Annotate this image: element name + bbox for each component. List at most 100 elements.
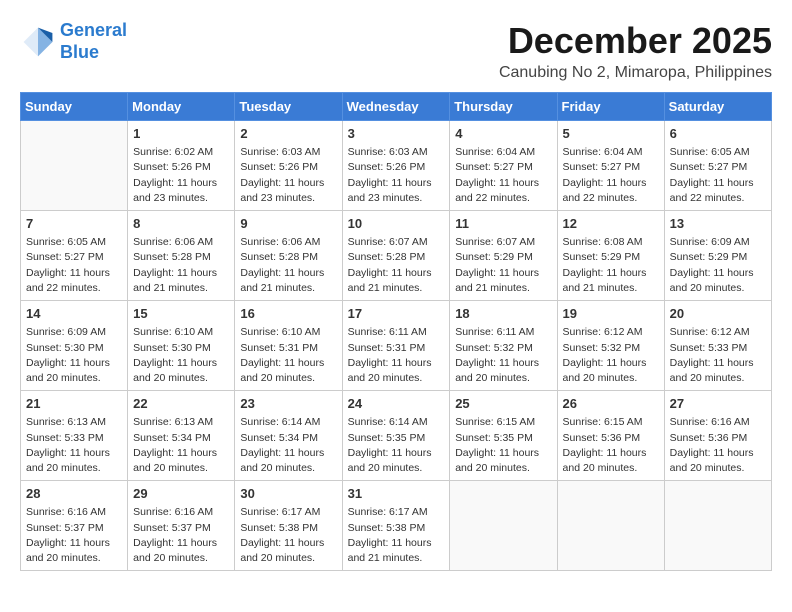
day-info: Sunrise: 6:02 AM Sunset: 5:26 PM Dayligh… [133,145,229,206]
day-number: 3 [348,125,445,143]
day-number: 13 [670,215,766,233]
day-cell: 9 Sunrise: 6:06 AM Sunset: 5:28 PM Daylig… [235,211,342,301]
day-cell: 16 Sunrise: 6:10 AM Sunset: 5:31 PM Dayli… [235,301,342,391]
day-cell: 3Sunrise: 6:03 AM Sunset: 5:26 PM Daylig… [342,121,450,211]
day-number: 22 [133,395,229,413]
day-number: 31 [348,485,445,503]
day-cell: 29 Sunrise: 6:16 AM Sunset: 5:37 PM Dayli… [128,481,235,571]
day-info: Sunrise: 6:07 AM Sunset: 5:28 PM Dayligh… [348,235,445,296]
day-number: 20 [670,305,766,323]
day-cell: 8 Sunrise: 6:06 AM Sunset: 5:28 PM Daylig… [128,211,235,301]
day-info: Sunrise: 6:06 AM Sunset: 5:28 PM Dayligh… [240,235,336,296]
day-cell: 14 Sunrise: 6:09 AM Sunset: 5:30 PM Dayli… [21,301,128,391]
location: Canubing No 2, Mimaropa, Philippines [499,64,772,82]
day-cell: 4 Sunrise: 6:04 AM Sunset: 5:27 PM Daylig… [450,121,557,211]
weekday-monday: Monday [128,93,235,121]
day-number: 2 [240,125,336,143]
week-row-1: 1 Sunrise: 6:02 AM Sunset: 5:26 PM Daylig… [21,121,772,211]
day-cell: 17 Sunrise: 6:11 AM Sunset: 5:31 PM Dayli… [342,301,450,391]
day-cell: 27 Sunrise: 6:16 AM Sunset: 5:36 PM Dayli… [664,391,771,481]
day-info: Sunrise: 6:16 AM Sunset: 5:37 PM Dayligh… [26,505,122,566]
day-info: Sunrise: 6:09 AM Sunset: 5:30 PM Dayligh… [26,325,122,386]
day-cell: 24Sunrise: 6:14 AM Sunset: 5:35 PM Dayli… [342,391,450,481]
day-number: 17 [348,305,445,323]
day-number: 25 [455,395,551,413]
day-info: Sunrise: 6:08 AM Sunset: 5:29 PM Dayligh… [563,235,659,296]
day-cell: 22 Sunrise: 6:13 AM Sunset: 5:34 PM Dayli… [128,391,235,481]
weekday-wednesday: Wednesday [342,93,450,121]
day-cell: 30 Sunrise: 6:17 AM Sunset: 5:38 PM Dayli… [235,481,342,571]
day-number: 30 [240,485,336,503]
day-number: 6 [670,125,766,143]
day-info: Sunrise: 6:16 AM Sunset: 5:37 PM Dayligh… [133,505,229,566]
day-info: Sunrise: 6:13 AM Sunset: 5:33 PM Dayligh… [26,415,122,476]
day-info: Sunrise: 6:14 AM Sunset: 5:35 PM Dayligh… [348,415,445,476]
day-number: 28 [26,485,122,503]
logo-line2: Blue [60,42,127,64]
day-number: 11 [455,215,551,233]
logo-line1: General [60,20,127,40]
day-cell: 1 Sunrise: 6:02 AM Sunset: 5:26 PM Daylig… [128,121,235,211]
weekday-saturday: Saturday [664,93,771,121]
day-number: 15 [133,305,229,323]
day-info: Sunrise: 6:15 AM Sunset: 5:35 PM Dayligh… [455,415,551,476]
logo-icon [20,24,56,60]
week-row-3: 14 Sunrise: 6:09 AM Sunset: 5:30 PM Dayli… [21,301,772,391]
day-cell [21,121,128,211]
day-info: Sunrise: 6:12 AM Sunset: 5:32 PM Dayligh… [563,325,659,386]
day-number: 5 [563,125,659,143]
day-cell: 18Sunrise: 6:11 AM Sunset: 5:32 PM Dayli… [450,301,557,391]
day-info: Sunrise: 6:10 AM Sunset: 5:31 PM Dayligh… [240,325,336,386]
day-cell [557,481,664,571]
day-info: Sunrise: 6:11 AM Sunset: 5:31 PM Dayligh… [348,325,445,386]
title-area: December 2025 Canubing No 2, Mimaropa, P… [499,20,772,82]
calendar: SundayMondayTuesdayWednesdayThursdayFrid… [20,92,772,571]
logo: General Blue [20,20,127,63]
week-row-2: 7Sunrise: 6:05 AM Sunset: 5:27 PM Daylig… [21,211,772,301]
day-cell: 13 Sunrise: 6:09 AM Sunset: 5:29 PM Dayli… [664,211,771,301]
day-cell: 26Sunrise: 6:15 AM Sunset: 5:36 PM Dayli… [557,391,664,481]
day-cell: 15Sunrise: 6:10 AM Sunset: 5:30 PM Dayli… [128,301,235,391]
weekday-thursday: Thursday [450,93,557,121]
day-number: 21 [26,395,122,413]
day-info: Sunrise: 6:03 AM Sunset: 5:26 PM Dayligh… [240,145,336,206]
day-cell: 21 Sunrise: 6:13 AM Sunset: 5:33 PM Dayli… [21,391,128,481]
day-info: Sunrise: 6:13 AM Sunset: 5:34 PM Dayligh… [133,415,229,476]
day-info: Sunrise: 6:11 AM Sunset: 5:32 PM Dayligh… [455,325,551,386]
logo-text: General Blue [60,20,127,63]
day-info: Sunrise: 6:06 AM Sunset: 5:28 PM Dayligh… [133,235,229,296]
day-cell [450,481,557,571]
weekday-sunday: Sunday [21,93,128,121]
day-cell: 7Sunrise: 6:05 AM Sunset: 5:27 PM Daylig… [21,211,128,301]
day-cell: 2 Sunrise: 6:03 AM Sunset: 5:26 PM Daylig… [235,121,342,211]
header: General Blue December 2025 Canubing No 2… [20,20,772,82]
day-info: Sunrise: 6:04 AM Sunset: 5:27 PM Dayligh… [455,145,551,206]
day-cell: 25 Sunrise: 6:15 AM Sunset: 5:35 PM Dayli… [450,391,557,481]
day-cell: 10Sunrise: 6:07 AM Sunset: 5:28 PM Dayli… [342,211,450,301]
day-number: 26 [563,395,659,413]
day-info: Sunrise: 6:17 AM Sunset: 5:38 PM Dayligh… [348,505,445,566]
day-number: 14 [26,305,122,323]
day-number: 4 [455,125,551,143]
day-cell: 12 Sunrise: 6:08 AM Sunset: 5:29 PM Dayli… [557,211,664,301]
day-cell: 5 Sunrise: 6:04 AM Sunset: 5:27 PM Daylig… [557,121,664,211]
day-number: 19 [563,305,659,323]
day-info: Sunrise: 6:05 AM Sunset: 5:27 PM Dayligh… [26,235,122,296]
day-info: Sunrise: 6:04 AM Sunset: 5:27 PM Dayligh… [563,145,659,206]
day-cell: 19 Sunrise: 6:12 AM Sunset: 5:32 PM Dayli… [557,301,664,391]
day-info: Sunrise: 6:17 AM Sunset: 5:38 PM Dayligh… [240,505,336,566]
day-info: Sunrise: 6:05 AM Sunset: 5:27 PM Dayligh… [670,145,766,206]
day-cell: 20Sunrise: 6:12 AM Sunset: 5:33 PM Dayli… [664,301,771,391]
day-number: 9 [240,215,336,233]
day-info: Sunrise: 6:16 AM Sunset: 5:36 PM Dayligh… [670,415,766,476]
day-number: 12 [563,215,659,233]
day-number: 29 [133,485,229,503]
day-number: 8 [133,215,229,233]
day-info: Sunrise: 6:09 AM Sunset: 5:29 PM Dayligh… [670,235,766,296]
day-number: 27 [670,395,766,413]
day-number: 1 [133,125,229,143]
week-row-4: 21 Sunrise: 6:13 AM Sunset: 5:33 PM Dayli… [21,391,772,481]
day-cell: 31 Sunrise: 6:17 AM Sunset: 5:38 PM Dayli… [342,481,450,571]
day-number: 16 [240,305,336,323]
day-cell: 23Sunrise: 6:14 AM Sunset: 5:34 PM Dayli… [235,391,342,481]
